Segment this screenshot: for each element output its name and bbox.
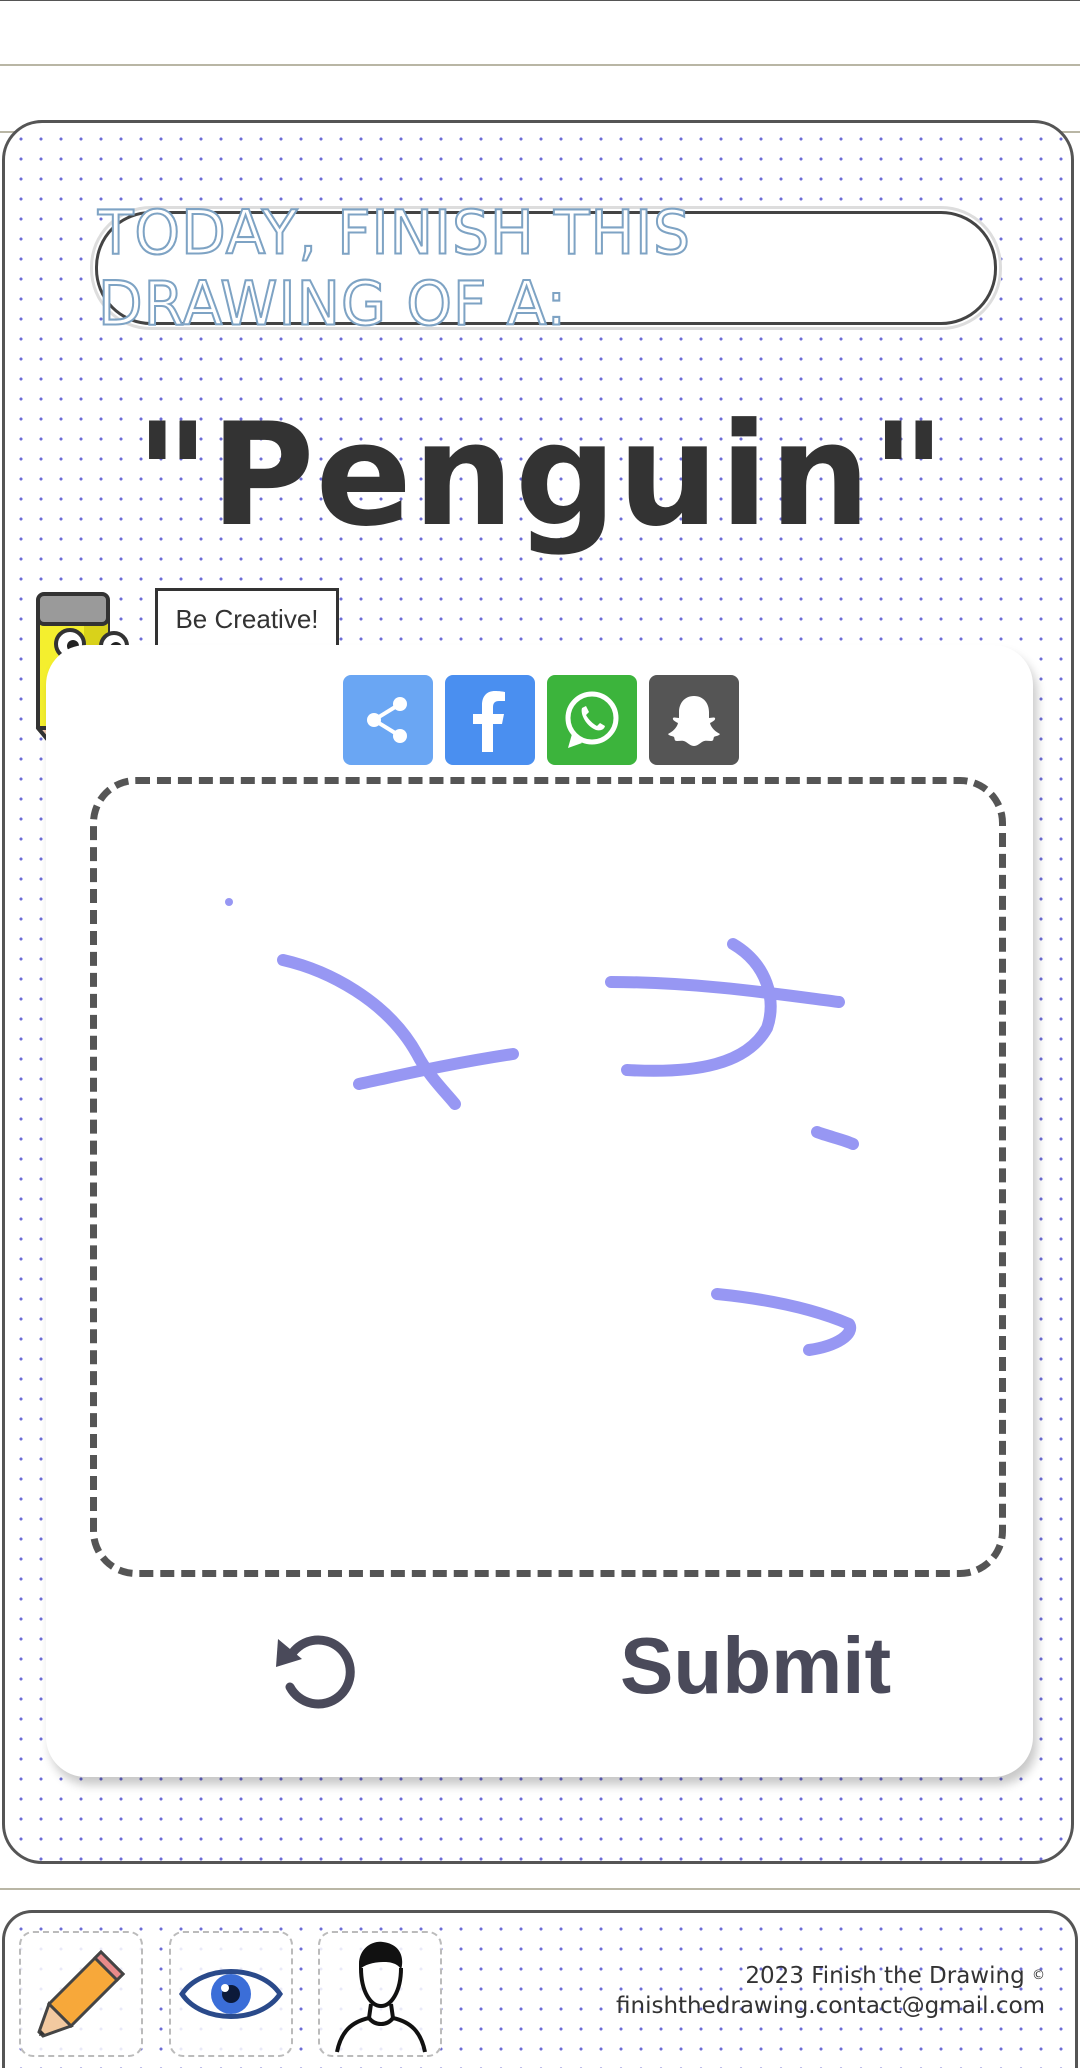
share-bar [343,675,739,765]
footer-bar: 2023 Finish the Drawing © finishthedrawi… [2,1910,1078,2068]
undo-icon[interactable] [268,1625,358,1715]
drawing-strokes [225,898,859,1356]
submit-button[interactable]: Submit [620,1620,891,1712]
prompt-banner-text: TODAY, FINISH THIS DRAWING OF A: [97,196,691,341]
share-icon [367,697,407,743]
snapchat-share-button[interactable] [649,675,739,765]
divider-line [0,64,1080,66]
pencil-icon [37,1949,126,2038]
be-creative-bubble: Be Creative! [155,588,339,650]
copyright-symbol: © [1032,1968,1045,1983]
whatsapp-icon [565,691,619,748]
facebook-icon [473,691,505,752]
drawing-subject: "Penguin" [135,393,947,558]
drawing-card: Submit [46,645,1033,1777]
contact-email[interactable]: finishthedrawing.contact@gmail.com [616,1991,1045,2021]
copyright-block: 2023 Finish the Drawing © finishthedrawi… [616,1961,1045,2021]
snapchat-icon [668,696,720,746]
eye-icon [178,1969,284,2019]
divider-line [0,1888,1080,1890]
copyright-text: 2023 Finish the Drawing [745,1963,1025,1989]
nav-profile-button[interactable] [318,1931,442,2057]
share-button[interactable] [343,675,433,765]
top-border [0,0,1080,1]
nav-draw-button[interactable] [19,1931,143,2057]
prompt-banner: TODAY, FINISH THIS DRAWING OF A: [95,196,997,340]
nav-view-button[interactable] [169,1931,293,2057]
person-icon [335,1941,427,2053]
drawing-canvas[interactable] [90,777,1006,1577]
facebook-share-button[interactable] [445,675,535,765]
whatsapp-share-button[interactable] [547,675,637,765]
